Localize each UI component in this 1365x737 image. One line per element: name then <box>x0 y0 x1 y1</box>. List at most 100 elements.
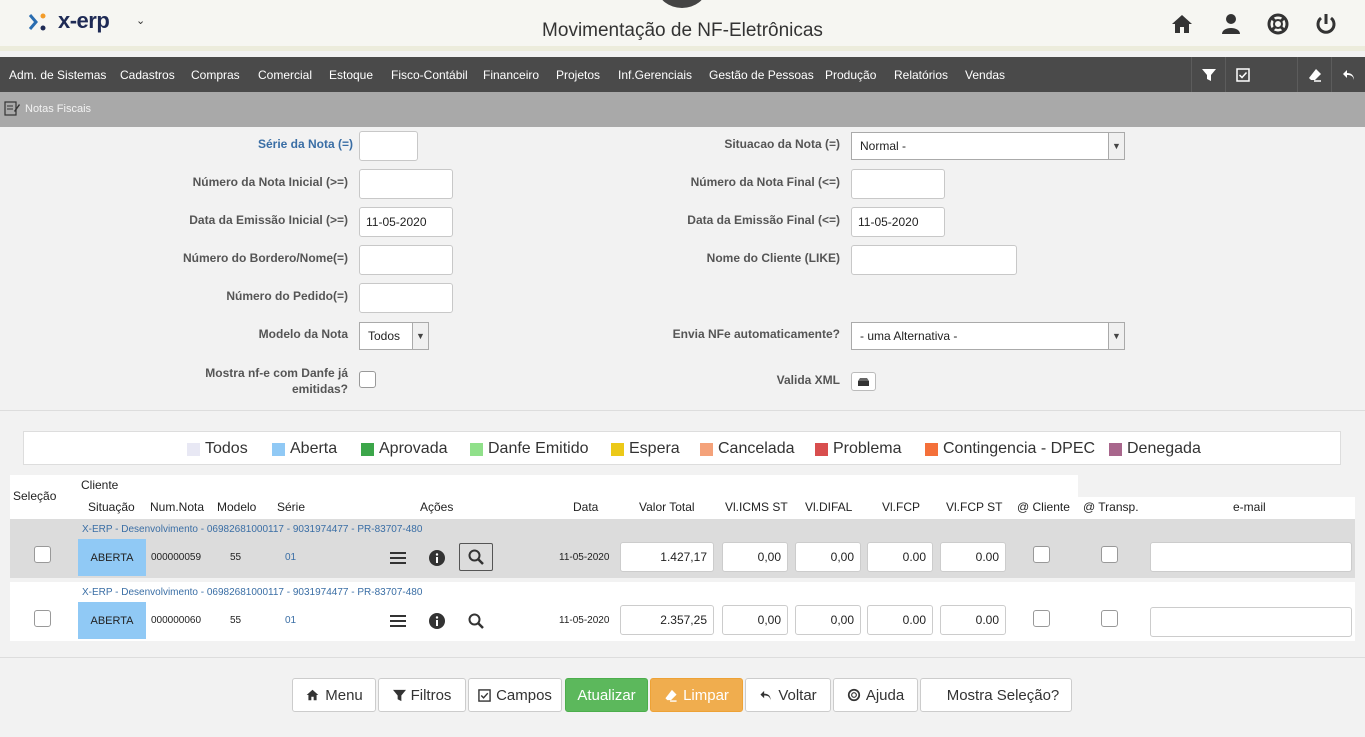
user-icon[interactable] <box>1219 12 1243 36</box>
menu-adm-sistemas[interactable]: Adm. de Sistemas <box>9 68 106 82</box>
menu-button[interactable]: Menu <box>292 678 376 712</box>
envia-select[interactable]: - uma Alternativa - ▼ <box>851 322 1125 350</box>
menu-gestao-pessoas[interactable]: Gestão de Pessoas <box>709 68 814 82</box>
legend-denegada[interactable]: Denegada <box>1109 440 1201 458</box>
num-inicial-input[interactable] <box>359 169 453 199</box>
ajuda-button-label: Ajuda <box>865 686 905 704</box>
menu-icon[interactable] <box>387 610 409 632</box>
ajuda-button[interactable]: Ajuda <box>833 678 918 712</box>
bordero-input[interactable] <box>359 245 453 275</box>
voltar-button[interactable]: Voltar <box>745 678 831 712</box>
limpar-button-label: Limpar <box>683 686 729 704</box>
limpar-button[interactable]: Limpar <box>650 678 743 712</box>
check-tool-button[interactable] <box>1225 57 1259 92</box>
pedido-input[interactable] <box>359 283 453 313</box>
menu-comercial[interactable]: Comercial <box>258 68 312 82</box>
legend-contingencia[interactable]: Contingencia - DPEC <box>925 440 1095 458</box>
legend-aberta[interactable]: Aberta <box>272 440 337 458</box>
valida-xml-button[interactable] <box>851 372 876 391</box>
data-final-input[interactable]: 11-05-2020 <box>851 207 945 237</box>
campos-button[interactable]: Campos <box>468 678 562 712</box>
row-vl-icms-st-input[interactable]: 0,00 <box>722 605 788 635</box>
row-at-cliente-checkbox[interactable] <box>1033 546 1050 563</box>
menu-cadastros[interactable]: Cadastros <box>120 68 175 82</box>
status-badge: ABERTA <box>78 539 146 576</box>
filtros-button[interactable]: Filtros <box>378 678 466 712</box>
search-icon[interactable] <box>465 610 487 632</box>
breadcrumb-label[interactable]: Notas Fiscais <box>25 103 91 115</box>
row-vl-icms-st-input[interactable]: 0,00 <box>722 542 788 572</box>
row-at-transp-checkbox[interactable] <box>1101 610 1118 627</box>
row-vl-difal-input[interactable]: 0,00 <box>795 605 861 635</box>
menu-relatorios[interactable]: Relatórios <box>894 68 948 82</box>
page-title: Movimentação de NF-Eletrônicas <box>542 20 823 41</box>
row-valor-total-input[interactable]: 2.357,25 <box>620 605 714 635</box>
magnifier-icon <box>468 549 484 565</box>
legend-espera[interactable]: Espera <box>611 440 680 458</box>
data-inicial-input[interactable]: 11-05-2020 <box>359 207 453 237</box>
table-row[interactable]: X-ERP - Desenvolvimento - 06982681000117… <box>10 519 1355 578</box>
situacao-select[interactable]: Normal - ▼ <box>851 132 1125 160</box>
row-at-transp-checkbox[interactable] <box>1101 546 1118 563</box>
mostra-selecao-button[interactable]: Mostra Seleção? <box>920 678 1072 712</box>
num-final-label: Número da Nota Final (<=) <box>690 175 840 189</box>
row-select-checkbox[interactable] <box>34 610 51 627</box>
menu-estoque[interactable]: Estoque <box>329 68 373 82</box>
table-row[interactable]: X-ERP - Desenvolvimento - 06982681000117… <box>10 582 1355 641</box>
menu-inf-gerenciais[interactable]: Inf.Gerenciais <box>618 68 692 82</box>
info-icon[interactable] <box>426 547 448 569</box>
legend-problema[interactable]: Problema <box>815 440 901 458</box>
col-cliente: Cliente <box>81 478 119 492</box>
legend-cancelada[interactable]: Cancelada <box>700 440 795 458</box>
menu-fisco-contabil[interactable]: Fisco-Contábil <box>391 68 468 82</box>
menu-vendas[interactable]: Vendas <box>965 68 1005 82</box>
eraser-tool-button[interactable] <box>1297 57 1331 92</box>
row-serie[interactable]: 01 <box>285 552 296 563</box>
collapse-knob[interactable] <box>658 0 706 8</box>
info-icon[interactable] <box>426 610 448 632</box>
row-select-checkbox[interactable] <box>34 546 51 563</box>
support-icon[interactable] <box>1266 12 1290 36</box>
col-at-transp: @ Transp. <box>1083 500 1139 514</box>
row-client[interactable]: X-ERP - Desenvolvimento - 06982681000117… <box>82 524 422 535</box>
back-tool-button[interactable] <box>1331 57 1365 92</box>
serie-input[interactable] <box>359 131 418 161</box>
menu-projetos[interactable]: Projetos <box>556 68 600 82</box>
atualizar-button[interactable]: Atualizar <box>565 678 648 712</box>
legend-danfe-emitido[interactable]: Danfe Emitido <box>470 440 589 458</box>
legend-label: Aberta <box>290 440 338 457</box>
row-vl-fcp-st-input[interactable]: 0.00 <box>940 605 1006 635</box>
cliente-input[interactable] <box>851 245 1017 275</box>
row-vl-difal-input[interactable]: 0,00 <box>795 542 861 572</box>
campos-button-label: Campos <box>496 686 552 704</box>
menu-icon[interactable] <box>387 547 409 569</box>
hamburger-icon <box>390 615 406 627</box>
menu-financeiro[interactable]: Financeiro <box>483 68 539 82</box>
info-circle-icon <box>429 613 445 629</box>
home-icon[interactable] <box>1170 12 1194 36</box>
col-vl-fcp: Vl.FCP <box>882 500 921 514</box>
search-icon[interactable] <box>459 543 493 571</box>
filter-tool-button[interactable] <box>1191 57 1225 92</box>
power-icon[interactable] <box>1314 12 1338 36</box>
row-modelo: 55 <box>230 552 242 563</box>
row-at-cliente-checkbox[interactable] <box>1033 610 1050 627</box>
row-vl-fcp-input[interactable]: 0.00 <box>867 542 933 572</box>
col-modelo: Modelo <box>217 500 257 514</box>
row-valor-total-input[interactable]: 1.427,17 <box>620 542 714 572</box>
row-client[interactable]: X-ERP - Desenvolvimento - 06982681000117… <box>82 587 422 598</box>
menu-producao[interactable]: Produção <box>825 68 876 82</box>
row-email-input[interactable] <box>1150 542 1352 572</box>
modelo-select[interactable]: Todos ▼ <box>359 322 429 350</box>
legend-aprovada[interactable]: Aprovada <box>361 440 448 458</box>
num-final-input[interactable] <box>851 169 945 199</box>
row-vl-fcp-input[interactable]: 0.00 <box>867 605 933 635</box>
row-serie[interactable]: 01 <box>285 615 296 626</box>
danfe-checkbox[interactable] <box>359 371 376 388</box>
menu-compras[interactable]: Compras <box>191 68 240 82</box>
row-email-input[interactable] <box>1150 607 1352 637</box>
checkbox-icon <box>1235 67 1250 82</box>
col-vl-difal: Vl.DIFAL <box>805 500 853 514</box>
legend-todos[interactable]: Todos <box>187 440 248 458</box>
row-vl-fcp-st-input[interactable]: 0.00 <box>940 542 1006 572</box>
